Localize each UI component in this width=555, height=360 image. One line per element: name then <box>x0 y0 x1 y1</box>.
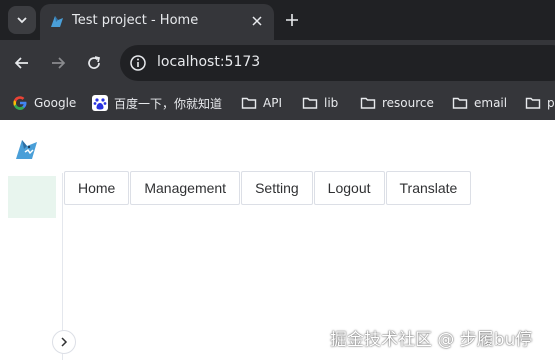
tab-title: Test project - Home <box>72 13 199 28</box>
info-icon[interactable] <box>129 54 147 72</box>
arrow-right-icon <box>52 57 66 69</box>
reload-icon <box>88 56 101 69</box>
shark-logo-icon <box>51 16 63 27</box>
bookmark-folder-email[interactable]: email <box>452 92 507 114</box>
folder-icon <box>452 97 468 109</box>
bookmark-google[interactable]: Google <box>12 92 76 114</box>
bookmark-folder-p[interactable]: p <box>525 92 555 114</box>
baidu-icon <box>92 95 108 111</box>
plus-icon <box>286 14 298 26</box>
url-text[interactable]: localhost:5173 <box>157 54 260 70</box>
reload-button[interactable] <box>83 52 105 74</box>
bookmark-label: email <box>474 96 508 110</box>
folder-icon <box>241 97 257 109</box>
bookmark-baidu[interactable]: 百度一下，你就知道 <box>92 92 222 114</box>
folder-icon <box>525 97 541 109</box>
bookmark-label: resource <box>382 96 434 110</box>
chevron-right-icon <box>61 337 68 347</box>
browser-toolbar: localhost:5173 <box>0 40 555 86</box>
bookmark-folder-resource[interactable]: resource <box>360 92 434 114</box>
chevron-down-icon <box>17 17 27 24</box>
bookmark-label: p <box>547 96 555 110</box>
bookmark-label: API <box>263 96 282 110</box>
active-tab[interactable]: Test project - Home <box>40 4 274 40</box>
sidebar-active-item[interactable] <box>8 176 56 218</box>
forward-button[interactable] <box>47 52 69 74</box>
address-bar[interactable]: localhost:5173 <box>120 45 555 81</box>
folder-icon <box>302 97 318 109</box>
google-icon <box>13 96 27 110</box>
menu-home-button[interactable]: Home <box>64 171 130 205</box>
menu-management-button[interactable]: Management <box>130 171 241 205</box>
menu-translate-button[interactable]: Translate <box>385 171 472 205</box>
tab-search-button[interactable] <box>8 6 36 34</box>
shark-logo-icon[interactable] <box>13 135 41 163</box>
top-menu: Home Management Setting Logout Translate <box>64 171 472 205</box>
sidebar-expand-button[interactable] <box>52 330 76 354</box>
bookmark-label: lib <box>324 96 339 110</box>
watermark-text: 掘金技术社区 @ 步履bu停 <box>330 330 533 350</box>
folder-icon <box>360 97 376 109</box>
tab-strip: Test project - Home <box>0 0 555 40</box>
back-button[interactable] <box>11 52 33 74</box>
bookmark-folder-lib[interactable]: lib <box>302 92 338 114</box>
close-tab-button[interactable] <box>248 12 266 30</box>
arrow-left-icon <box>14 57 28 69</box>
bookmark-label: 百度一下，你就知道 <box>114 96 223 111</box>
bookmark-label: Google <box>34 96 77 110</box>
close-icon <box>252 16 262 26</box>
new-tab-button[interactable] <box>282 10 302 30</box>
bookmarks-bar: Google 百度一下，你就知道 API lib resource email … <box>0 86 555 120</box>
menu-setting-button[interactable]: Setting <box>241 171 313 205</box>
menu-logout-button[interactable]: Logout <box>313 171 385 205</box>
page-viewport: Home Management Setting Logout Translate… <box>0 120 555 360</box>
bookmark-folder-api[interactable]: API <box>241 92 282 114</box>
